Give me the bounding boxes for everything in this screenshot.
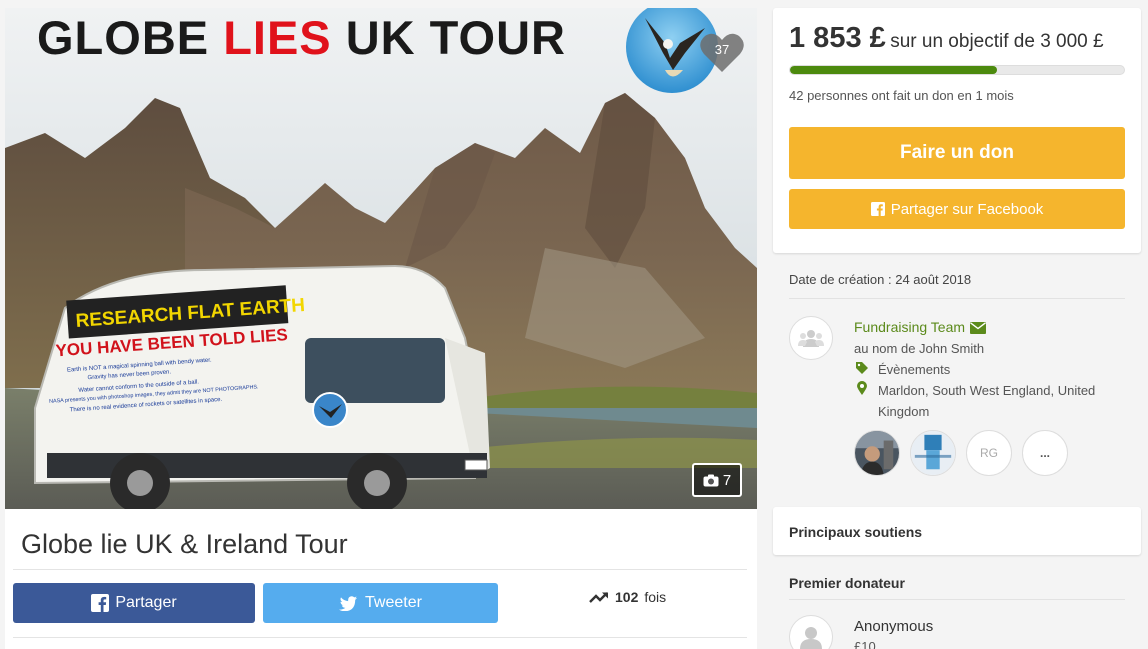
progress-fill bbox=[790, 66, 998, 74]
divider bbox=[789, 298, 1125, 299]
envelope-icon[interactable] bbox=[970, 321, 987, 334]
camera-icon bbox=[703, 474, 719, 486]
photo-gallery-button[interactable]: 7 bbox=[692, 463, 742, 497]
divider bbox=[13, 569, 747, 570]
category-row: Évènements bbox=[854, 359, 1124, 380]
location: Marldon, South West England, United King… bbox=[878, 383, 1096, 419]
user-icon bbox=[800, 627, 822, 649]
likes-count: 37 bbox=[714, 42, 730, 57]
donor-name: Anonymous bbox=[854, 618, 934, 635]
facebook-icon bbox=[91, 594, 110, 612]
location-row: Marldon, South West England, United King… bbox=[854, 380, 1124, 422]
facebook-icon bbox=[870, 202, 885, 216]
like-button[interactable]: 37 bbox=[699, 32, 745, 74]
map-pin-icon bbox=[854, 380, 870, 401]
category[interactable]: Évènements bbox=[878, 359, 950, 380]
donor-avatar bbox=[789, 615, 833, 649]
amount-goal: sur un objectif de 3 000 £ bbox=[890, 31, 1104, 52]
camper-van: RESEARCH FLAT EARTH YOU HAVE BEEN TOLD L… bbox=[34, 264, 490, 509]
tweet-label: Tweeter bbox=[365, 594, 422, 611]
campaign-page: GLOBE LIES UK TOUR RESEARCH FLAT EARTH Y… bbox=[0, 0, 1148, 649]
campaign-title: Globe lie UK & Ireland Tour bbox=[21, 529, 348, 559]
first-donor-title: Premier donateur bbox=[789, 575, 905, 591]
tag-icon bbox=[854, 359, 870, 380]
banner-title-part-3: UK TOUR bbox=[332, 11, 566, 64]
share-stats: 102 fois bbox=[589, 589, 666, 605]
member-photo bbox=[911, 431, 955, 475]
team-members: RG ... bbox=[854, 430, 1068, 476]
top-supporters-title: Principaux soutiens bbox=[789, 524, 923, 540]
facebook-share-button[interactable]: Partager sur Facebook bbox=[789, 189, 1125, 229]
top-supporters-card[interactable]: Principaux soutiens bbox=[773, 507, 1141, 555]
share-facebook-label: Partager bbox=[115, 594, 177, 611]
donor-amount: £10 bbox=[854, 639, 876, 649]
banner-title: GLOBE LIES UK TOUR bbox=[37, 11, 566, 64]
organizer-name: Fundraising Team bbox=[854, 319, 966, 335]
divider bbox=[13, 637, 747, 638]
organizer-details: Fundraising Team au nom de John Smith Év… bbox=[854, 317, 1124, 422]
share-count: 102 bbox=[615, 589, 639, 605]
creation-date: Date de création : 24 août 2018 bbox=[789, 272, 972, 287]
share-suffix: fois bbox=[644, 589, 667, 605]
member-photo bbox=[855, 431, 899, 475]
twitter-icon bbox=[339, 595, 358, 611]
donation-card: 1 853 £ sur un objectif de 3 000 £ 42 pe… bbox=[773, 8, 1141, 253]
team-member-avatar[interactable] bbox=[854, 430, 900, 476]
trending-up-icon bbox=[589, 592, 608, 603]
more-members-button[interactable]: ... bbox=[1022, 430, 1068, 476]
banner-title-part-1: GLOBE bbox=[37, 11, 223, 64]
tweet-button[interactable]: Tweeter bbox=[263, 583, 498, 623]
amount-raised: 1 853 £ bbox=[789, 22, 886, 54]
progress-bar bbox=[789, 65, 1125, 75]
campaign-info: Date de création : 24 août 2018 Fundrais… bbox=[773, 261, 1141, 491]
hero-image[interactable]: GLOBE LIES UK TOUR RESEARCH FLAT EARTH Y… bbox=[5, 8, 757, 509]
organizer-avatar[interactable] bbox=[789, 316, 833, 360]
group-icon bbox=[798, 330, 824, 347]
divider bbox=[789, 599, 1125, 600]
donate-button[interactable]: Faire un don bbox=[789, 127, 1125, 179]
share-facebook-button[interactable]: Partager bbox=[13, 583, 255, 623]
facebook-share-label: Partager sur Facebook bbox=[890, 200, 1044, 218]
donor-count: 42 personnes ont fait un don en 1 mois bbox=[789, 88, 1014, 103]
team-member-initials[interactable]: RG bbox=[966, 430, 1012, 476]
first-donor-section: Premier donateur Anonymous £10 bbox=[773, 563, 1141, 649]
campaign-title-card: Globe lie UK & Ireland Tour Partager Twe… bbox=[5, 509, 757, 649]
banner-title-part-2: LIES bbox=[223, 11, 331, 64]
photo-count: 7 bbox=[722, 471, 732, 489]
hero-photo: GLOBE LIES UK TOUR RESEARCH FLAT EARTH Y… bbox=[5, 8, 757, 509]
team-member-avatar[interactable] bbox=[910, 430, 956, 476]
organizer-on-behalf: au nom de John Smith bbox=[854, 341, 985, 356]
organizer-link[interactable]: Fundraising Team bbox=[854, 317, 987, 338]
amount-line: 1 853 £ sur un objectif de 3 000 £ bbox=[789, 22, 1104, 55]
